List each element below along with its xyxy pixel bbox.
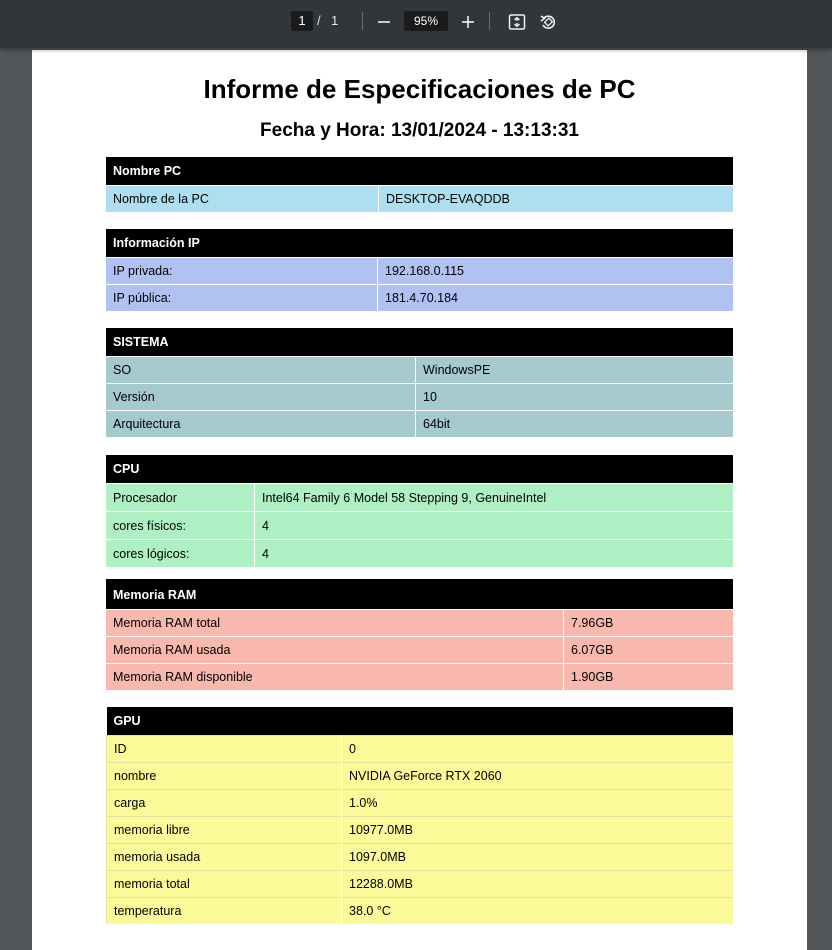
row-label: carga: [106, 789, 342, 817]
section-header: SISTEMA: [106, 328, 733, 357]
table-row: nombre NVIDIA GeForce RTX 2060: [106, 762, 733, 790]
report-datetime: Fecha y Hora: 13/01/2024 - 13:13:31: [260, 120, 579, 141]
row-label: IP pública:: [106, 284, 378, 311]
table-row: memoria usada 1097.0MB: [106, 843, 733, 871]
toolbar-divider: [489, 12, 490, 30]
table-row: carga 1.0%: [106, 789, 733, 817]
table-informacion-ip: Información IP IP privada: 192.168.0.115…: [106, 229, 733, 311]
row-label: Procesador: [106, 483, 255, 512]
zoom-in-button[interactable]: [456, 10, 480, 34]
page-separator: /: [317, 13, 321, 28]
table-row: Memoria RAM total 7.96GB: [106, 609, 733, 637]
table-gpu: GPU ID 0 nombre NVIDIA GeForce RTX 2060 …: [106, 707, 733, 924]
pdf-toolbar: 1 / 1 95%: [0, 0, 832, 48]
table-row: IP privada: 192.168.0.115: [106, 257, 733, 285]
fit-to-page-button[interactable]: [505, 10, 529, 34]
row-label: nombre: [106, 762, 342, 790]
table-sistema: SISTEMA SO WindowsPE Versión 10 Arquitec…: [106, 328, 733, 437]
section-header: Información IP: [106, 229, 733, 258]
row-label: ID: [106, 735, 342, 763]
row-label: cores físicos:: [106, 511, 255, 540]
table-row: temperatura 38.0 °C: [106, 897, 733, 924]
table-row: memoria libre 10977.0MB: [106, 816, 733, 844]
row-value: 6.07GB: [563, 636, 733, 664]
row-label: cores lógicos:: [106, 539, 255, 567]
table-row: Versión 10: [106, 383, 733, 411]
table-row: SO WindowsPE: [106, 356, 733, 384]
row-value: 1.0%: [341, 789, 733, 817]
table-row: Procesador Intel64 Family 6 Model 58 Ste…: [106, 483, 733, 512]
zoom-out-button[interactable]: [372, 10, 396, 34]
table-row: Arquitectura 64bit: [106, 410, 733, 437]
rotate-counterclockwise-icon: [540, 15, 556, 29]
row-label: memoria usada: [106, 843, 342, 871]
row-label: Memoria RAM usada: [106, 636, 564, 664]
row-value: 1097.0MB: [341, 843, 733, 871]
row-value: Intel64 Family 6 Model 58 Stepping 9, Ge…: [254, 483, 733, 512]
row-label: Memoria RAM disponible: [106, 663, 564, 690]
row-label: Memoria RAM total: [106, 609, 564, 637]
row-label: memoria libre: [106, 816, 342, 844]
fit-page-icon: [508, 14, 526, 30]
row-label: SO: [106, 356, 416, 384]
toolbar-divider: [362, 12, 363, 30]
report-title: Informe de Especificaciones de PC: [203, 74, 636, 104]
row-value: 192.168.0.115: [377, 257, 733, 285]
row-value: 4: [254, 511, 733, 540]
table-row: Nombre de la PC DESKTOP-EVAQDDB: [106, 185, 733, 212]
table-row: Memoria RAM disponible 1.90GB: [106, 663, 733, 690]
table-row: Memoria RAM usada 6.07GB: [106, 636, 733, 664]
row-value: 4: [254, 539, 733, 567]
table-nombre-pc: Nombre PC Nombre de la PC DESKTOP-EVAQDD…: [106, 157, 733, 212]
page-total: 1: [331, 13, 339, 28]
plus-icon: [462, 16, 474, 28]
row-value: 64bit: [415, 410, 733, 437]
section-header: Memoria RAM: [106, 581, 733, 610]
section-header: CPU: [106, 455, 733, 484]
row-value: 38.0 °C: [341, 897, 733, 924]
row-label: Nombre de la PC: [106, 185, 379, 212]
row-label: memoria total: [106, 870, 342, 898]
table-row: memoria total 12288.0MB: [106, 870, 733, 898]
row-value: 10977.0MB: [341, 816, 733, 844]
row-value: 7.96GB: [563, 609, 733, 637]
row-label: Arquitectura: [106, 410, 416, 437]
row-value: 0: [341, 735, 733, 763]
table-row: IP pública: 181.4.70.184: [106, 284, 733, 311]
row-value: 181.4.70.184: [377, 284, 733, 311]
row-value: 10: [415, 383, 733, 411]
table-cpu: CPU Procesador Intel64 Family 6 Model 58…: [106, 455, 733, 567]
row-label: Versión: [106, 383, 416, 411]
table-row: cores físicos: 4: [106, 511, 733, 540]
rotate-button[interactable]: [536, 10, 560, 34]
zoom-level-input[interactable]: 95%: [404, 11, 448, 31]
page-number-input[interactable]: 1: [291, 11, 313, 31]
minus-icon: [378, 21, 390, 23]
row-value: WindowsPE: [415, 356, 733, 384]
table-memoria-ram: Memoria RAM Memoria RAM total 7.96GB Mem…: [106, 581, 733, 690]
row-label: temperatura: [106, 897, 342, 924]
row-value: DESKTOP-EVAQDDB: [378, 185, 733, 212]
row-label: IP privada:: [106, 257, 378, 285]
row-value: NVIDIA GeForce RTX 2060: [341, 762, 733, 790]
section-header: GPU: [106, 707, 733, 736]
table-row: ID 0: [106, 735, 733, 763]
row-value: 12288.0MB: [341, 870, 733, 898]
section-header: Nombre PC: [106, 157, 733, 186]
table-row: cores lógicos: 4: [106, 539, 733, 567]
row-value: 1.90GB: [563, 663, 733, 690]
